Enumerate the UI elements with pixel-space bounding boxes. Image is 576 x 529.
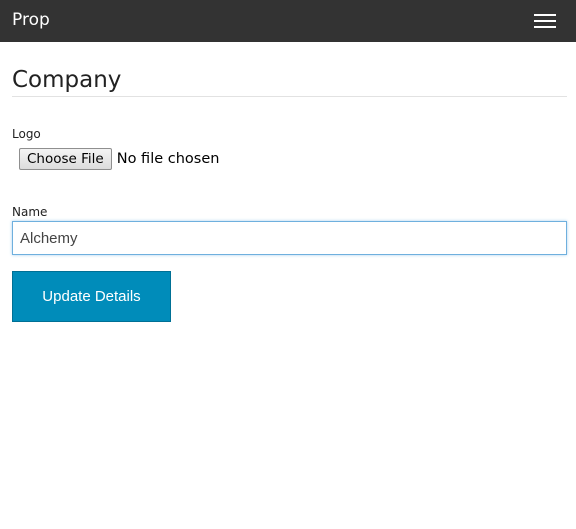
- update-details-button[interactable]: Update Details: [12, 271, 171, 322]
- menu-line: [534, 20, 556, 22]
- logo-label: Logo: [12, 127, 41, 141]
- top-navbar: Prop: [0, 0, 576, 42]
- logo-file-input[interactable]: Choose File No file chosen: [19, 147, 567, 171]
- brand-link[interactable]: Prop: [12, 9, 50, 31]
- choose-file-button[interactable]: Choose File: [19, 148, 112, 170]
- title-divider: [12, 96, 567, 97]
- page-title: Company: [12, 67, 122, 93]
- main-content: Company Logo Choose File No file chosen …: [12, 42, 567, 322]
- name-label: Name: [12, 205, 48, 219]
- hamburger-menu-icon[interactable]: [534, 13, 558, 29]
- file-status-text: No file chosen: [116, 151, 220, 167]
- menu-line: [534, 14, 556, 16]
- company-form: Logo Choose File No file chosen Name Upd…: [12, 127, 567, 322]
- name-input[interactable]: [12, 221, 567, 255]
- menu-line: [534, 26, 556, 28]
